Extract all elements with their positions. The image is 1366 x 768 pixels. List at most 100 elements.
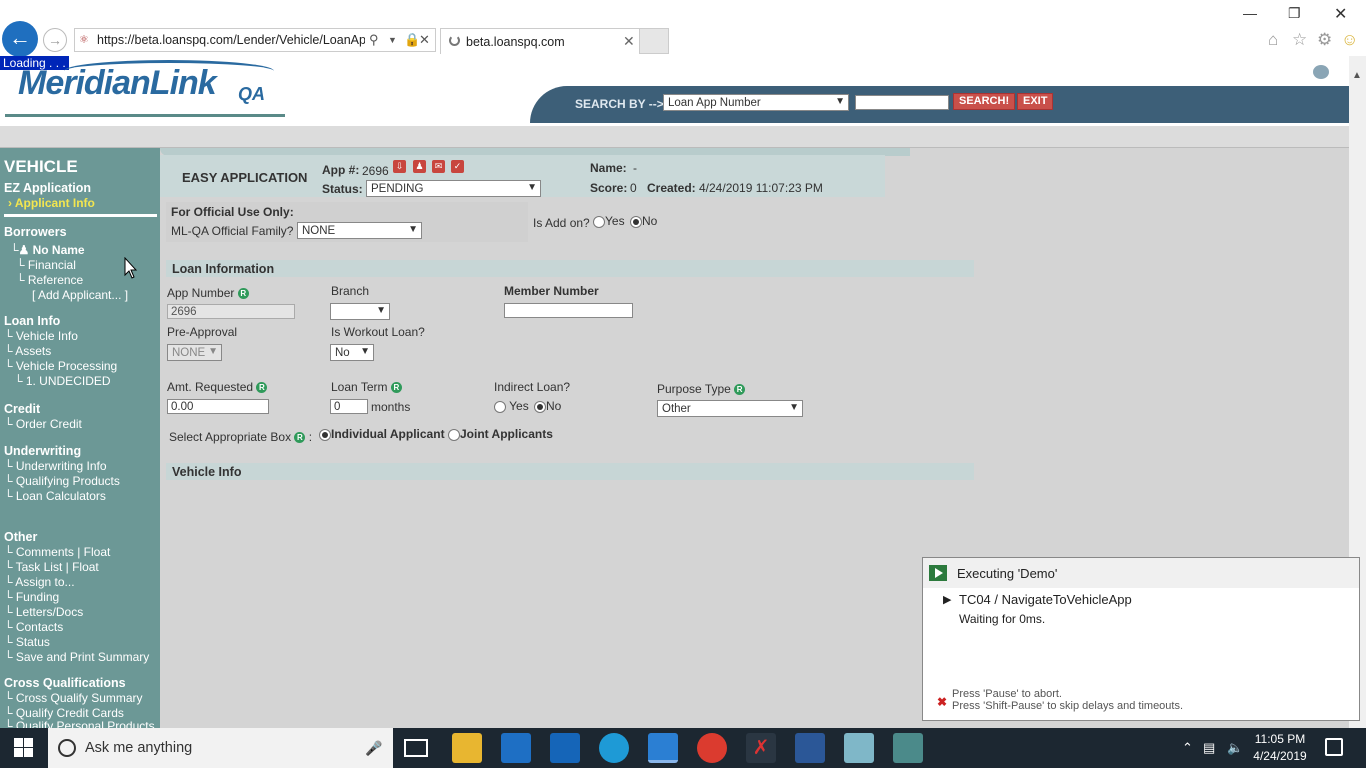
chrome-icon[interactable]: [697, 733, 727, 763]
people-icon[interactable]: ♟: [413, 160, 426, 173]
radio-no[interactable]: [630, 215, 642, 228]
windows-start-icon[interactable]: [14, 738, 34, 758]
new-tab-button[interactable]: [639, 28, 669, 54]
sidebar-item-qualifying-products[interactable]: └ Qualifying Products: [4, 474, 120, 488]
radio-joint[interactable]: [448, 428, 460, 441]
indirect-yes-radio[interactable]: Yes: [494, 399, 529, 413]
browser-tab[interactable]: beta.loanspq.com ✕: [440, 28, 640, 54]
sidebar-item-underwriting-info[interactable]: └ Underwriting Info: [4, 459, 107, 473]
word-icon[interactable]: [795, 733, 825, 763]
joint-applicants-radio[interactable]: Joint Applicants: [448, 427, 553, 441]
network-icon[interactable]: ▤: [1203, 740, 1215, 756]
app-number-input[interactable]: 2696: [167, 304, 295, 319]
sidebar-item-financial[interactable]: └ Financial: [16, 258, 76, 272]
help-icon[interactable]: [1313, 65, 1329, 79]
checklist-icon[interactable]: ✓: [451, 160, 464, 173]
sidebar-item-loan-calculators[interactable]: └ Loan Calculators: [4, 489, 106, 503]
sidebar-item-qualify-personal[interactable]: └ Qualify Personal Products: [4, 719, 155, 728]
cortana-search-input[interactable]: Ask me anything: [85, 740, 192, 756]
sidebar-item-assign-to[interactable]: └ Assign to...: [4, 575, 75, 589]
restore-icon[interactable]: ❐: [1288, 5, 1301, 22]
skype-icon[interactable]: [599, 733, 629, 763]
sidebar-item-letters-docs[interactable]: └ Letters/Docs: [4, 605, 83, 619]
close-tab-icon[interactable]: ✕: [623, 33, 635, 50]
back-button[interactable]: ←: [2, 21, 38, 57]
workout-loan-select[interactable]: No ▼: [330, 344, 374, 361]
notepad-icon[interactable]: [844, 733, 874, 763]
feedback-smiley-icon[interactable]: ☺: [1341, 30, 1358, 50]
add-on-no-radio[interactable]: No: [630, 214, 657, 228]
home-icon[interactable]: ⌂: [1268, 30, 1278, 50]
minimize-icon[interactable]: —: [1243, 5, 1257, 21]
sidebar-item-order-credit[interactable]: └ Order Credit: [4, 417, 82, 431]
close-window-icon[interactable]: ✕: [1334, 4, 1347, 24]
microphone-icon[interactable]: 🎤: [365, 740, 382, 757]
search-input[interactable]: [855, 95, 949, 110]
sidebar-item-undecided[interactable]: └ 1. UNDECIDED: [14, 374, 111, 388]
sidebar-item-no-name[interactable]: └♟ No Name: [10, 243, 85, 257]
branch-select[interactable]: ▼: [330, 303, 390, 320]
exit-button[interactable]: EXIT: [1017, 93, 1054, 110]
sidebar-item-vehicle-processing[interactable]: └ Vehicle Processing: [4, 359, 117, 373]
search-button[interactable]: SEARCH!: [953, 93, 1016, 110]
vehicle-info-label: Vehicle Info: [15, 329, 78, 343]
comment-icon[interactable]: ✉: [432, 160, 445, 173]
tray-chevron-icon[interactable]: ⌃: [1182, 740, 1193, 756]
official-family-select[interactable]: NONE ▼: [297, 222, 422, 239]
print-icon[interactable]: ⇩: [393, 160, 406, 173]
sidebar-heading-loan-info[interactable]: Loan Info: [4, 314, 60, 328]
stop-icon[interactable]: ✕: [419, 32, 430, 48]
notification-icon[interactable]: [1325, 738, 1343, 756]
forward-button[interactable]: →: [43, 28, 67, 52]
volume-icon[interactable]: 🔈: [1227, 740, 1243, 756]
sidebar-item-ez-application[interactable]: EZ Application: [4, 181, 91, 195]
sidebar-item-comments[interactable]: └ Comments | Float: [4, 545, 110, 559]
radio-individual[interactable]: [319, 428, 331, 441]
file-explorer-icon[interactable]: [452, 733, 482, 763]
sidebar-item-applicant-info[interactable]: › Applicant Info: [8, 196, 95, 210]
sidebar-item-task-list[interactable]: └ Task List | Float: [4, 560, 99, 574]
clock-time[interactable]: 11:05 PM: [1250, 732, 1310, 746]
purpose-type-select[interactable]: Other ▼: [657, 400, 803, 417]
sidebar-item-assets[interactable]: └ Assets: [4, 344, 51, 358]
status-select[interactable]: PENDING ▼: [366, 180, 541, 197]
sidebar-item-reference[interactable]: └ Reference: [16, 273, 83, 287]
sidebar-item-save-print[interactable]: └ Save and Print Summary: [4, 650, 149, 664]
add-on-yes-radio[interactable]: Yes: [593, 214, 625, 228]
sidebar-item-status[interactable]: └ Status: [4, 635, 50, 649]
radio-yes[interactable]: [593, 215, 605, 228]
pre-approval-select[interactable]: NONE ▼: [167, 344, 222, 361]
favorites-star-icon[interactable]: ☆: [1292, 30, 1307, 50]
sidebar-item-qualify-credit-cards[interactable]: └ Qualify Credit Cards: [4, 706, 124, 720]
loan-term-input[interactable]: 0: [330, 399, 368, 414]
sidebar-item-contacts[interactable]: └ Contacts: [4, 620, 63, 634]
radio-no[interactable]: [534, 400, 546, 413]
task-view-icon[interactable]: [404, 739, 428, 757]
dropdown-icon[interactable]: ▼: [388, 35, 397, 45]
settings-gear-icon[interactable]: ⚙: [1317, 30, 1332, 50]
amount-requested-label: Amt. Requested R: [167, 380, 268, 394]
undecided-label: 1. UNDECIDED: [25, 374, 111, 388]
sidebar-item-funding[interactable]: └ Funding: [4, 590, 59, 604]
store-icon[interactable]: [501, 733, 531, 763]
member-number-input[interactable]: [504, 303, 633, 318]
sidebar-item-add-applicant[interactable]: [ Add Applicant... ]: [32, 288, 128, 302]
search-type-select[interactable]: Loan App Number ▼: [663, 94, 849, 111]
expand-triangle-icon[interactable]: ▶: [943, 593, 951, 606]
individual-applicant-radio[interactable]: Individual Applicant: [319, 427, 445, 441]
app-window-icon[interactable]: [893, 733, 923, 763]
address-bar[interactable]: ⚛ https://beta.loanspq.com/Lender/Vehicl…: [74, 28, 436, 52]
ranorex-icon[interactable]: ✗: [746, 733, 776, 763]
loan-information-header: Loan Information: [166, 260, 974, 277]
internet-explorer-icon[interactable]: [648, 733, 678, 763]
sidebar-item-vehicle-info[interactable]: └ Vehicle Info: [4, 329, 78, 343]
sidebar-item-cross-qualify-summary[interactable]: └ Cross Qualify Summary: [4, 691, 143, 705]
amount-requested-input[interactable]: 0.00: [167, 399, 269, 414]
search-icon[interactable]: ⚲: [369, 32, 379, 48]
clock-date[interactable]: 4/24/2019: [1250, 749, 1310, 763]
indirect-no-radio[interactable]: No: [534, 399, 561, 413]
loan-calculators-label: Loan Calculators: [15, 489, 106, 503]
outlook-icon[interactable]: [550, 733, 580, 763]
radio-yes[interactable]: [494, 400, 506, 413]
scroll-up-icon[interactable]: ▲: [1352, 70, 1362, 81]
